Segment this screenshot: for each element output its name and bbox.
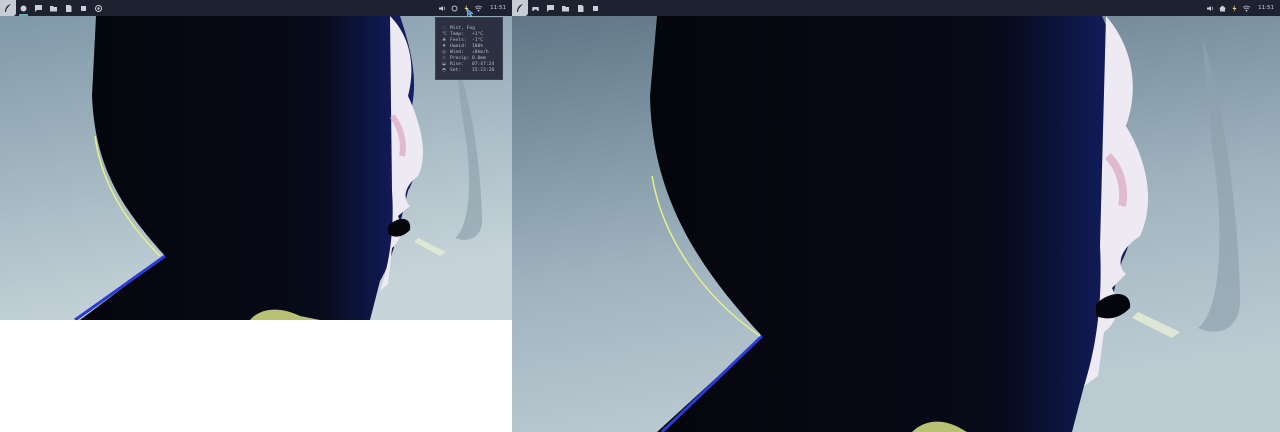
weather-row-value: 0.0mm (472, 55, 486, 61)
workspace-4[interactable] (61, 0, 76, 16)
weather-row: ◒ Rise: 07:47:24 (442, 61, 502, 67)
wifi-indicator[interactable] (475, 5, 483, 12)
weather-row-value: 15:23:28 (472, 67, 495, 73)
weather-row-label: Wind: (450, 49, 464, 55)
weather-row-icon: ◓ (442, 67, 447, 73)
weather-row-label: Set: (450, 67, 462, 73)
wifi-icon (475, 5, 483, 11)
weather-row-icon: ◌ (442, 25, 447, 31)
weather-popup: ◌ Mist, Fog ℃ Temp: +1°C ♣ Feels: -1°C ♦ Humid: 10… (435, 17, 503, 80)
blank-region (0, 320, 512, 432)
chat-icon (35, 4, 42, 12)
clock[interactable]: 11:51 (1258, 5, 1274, 11)
left-monitor: 11:51 ◌ Mist, Fog ℃ Temp: +1°C ♣ Feels: … (0, 0, 512, 432)
system-tray: 11:51 (439, 0, 512, 16)
weather-indicator[interactable] (451, 5, 458, 12)
workspace-3[interactable] (558, 0, 573, 16)
weather-icon (451, 5, 458, 11)
weather-row-label: Precip: (450, 55, 470, 61)
feather-icon (517, 4, 523, 12)
folder-icon (50, 5, 57, 11)
weather-row-icon: ◎ (442, 49, 447, 55)
wifi-indicator[interactable] (1243, 5, 1251, 12)
weather-row: ◓ Set: 15:23:28 (442, 67, 502, 73)
battery-charging-icon (1232, 4, 1237, 12)
home-indicator[interactable] (1219, 5, 1227, 12)
chat-icon (547, 4, 554, 12)
folder-icon (562, 5, 569, 11)
battery-charging-indicator[interactable] (1231, 4, 1238, 12)
file-icon (578, 4, 584, 12)
right-monitor: 11:51 (512, 0, 1280, 432)
file-icon (66, 4, 72, 12)
workspace-3[interactable] (46, 0, 61, 16)
volume-icon (439, 5, 446, 11)
launcher-button[interactable] (0, 0, 16, 16)
workspace-6[interactable] (91, 0, 106, 16)
volume-indicator[interactable] (439, 5, 446, 12)
weather-row-value: 07:47:24 (472, 61, 495, 67)
weather-row-value: -1°C (472, 37, 484, 43)
top-bar-right: 11:51 (512, 0, 1280, 16)
weather-row-icon: ℃ (442, 31, 448, 37)
weather-row-icon: ♦ (442, 43, 447, 49)
weather-row-label: Mist, Fog (450, 25, 475, 31)
weather-row-value: ↓8km/h (472, 49, 489, 55)
gamepad-icon (532, 6, 539, 11)
volume-indicator[interactable] (1207, 5, 1214, 12)
square-icon (593, 5, 598, 11)
weather-row-value: +1°C (472, 31, 484, 37)
workspace-4[interactable] (573, 0, 588, 16)
system-tray: 11:51 (1207, 0, 1280, 16)
weather-row-value: 100% (472, 43, 484, 49)
workspace-2[interactable] (31, 0, 46, 16)
weather-row-label: Feels: (450, 37, 467, 43)
launcher-button[interactable] (512, 0, 528, 16)
weather-row-icon: ◇ (442, 55, 446, 61)
wifi-icon (1243, 5, 1251, 11)
weather-row-label: Temp: (450, 31, 464, 37)
workspace-list (16, 0, 106, 16)
mouse-cursor-icon (467, 9, 473, 17)
square-icon (81, 5, 86, 11)
top-bar-left: 11:51 (0, 0, 512, 16)
circle-icon (20, 5, 27, 11)
feather-icon (5, 4, 11, 12)
weather-row-label: Rise: (450, 61, 464, 67)
workspace-5[interactable] (588, 0, 603, 16)
clock[interactable]: 11:51 (490, 5, 506, 11)
workspace-list (528, 0, 603, 16)
wallpaper (512, 16, 1280, 432)
workspace-2[interactable] (543, 0, 558, 16)
workspace-1[interactable] (16, 0, 31, 16)
workspace-1[interactable] (528, 0, 543, 16)
workspace-5[interactable] (76, 0, 91, 16)
target-icon (95, 4, 102, 12)
weather-row-label: Humid: (450, 43, 467, 49)
weather-row-icon: ◒ (442, 61, 447, 67)
weather-row-icon: ♣ (442, 37, 447, 43)
home-icon (1219, 5, 1227, 11)
volume-icon (1207, 5, 1214, 11)
